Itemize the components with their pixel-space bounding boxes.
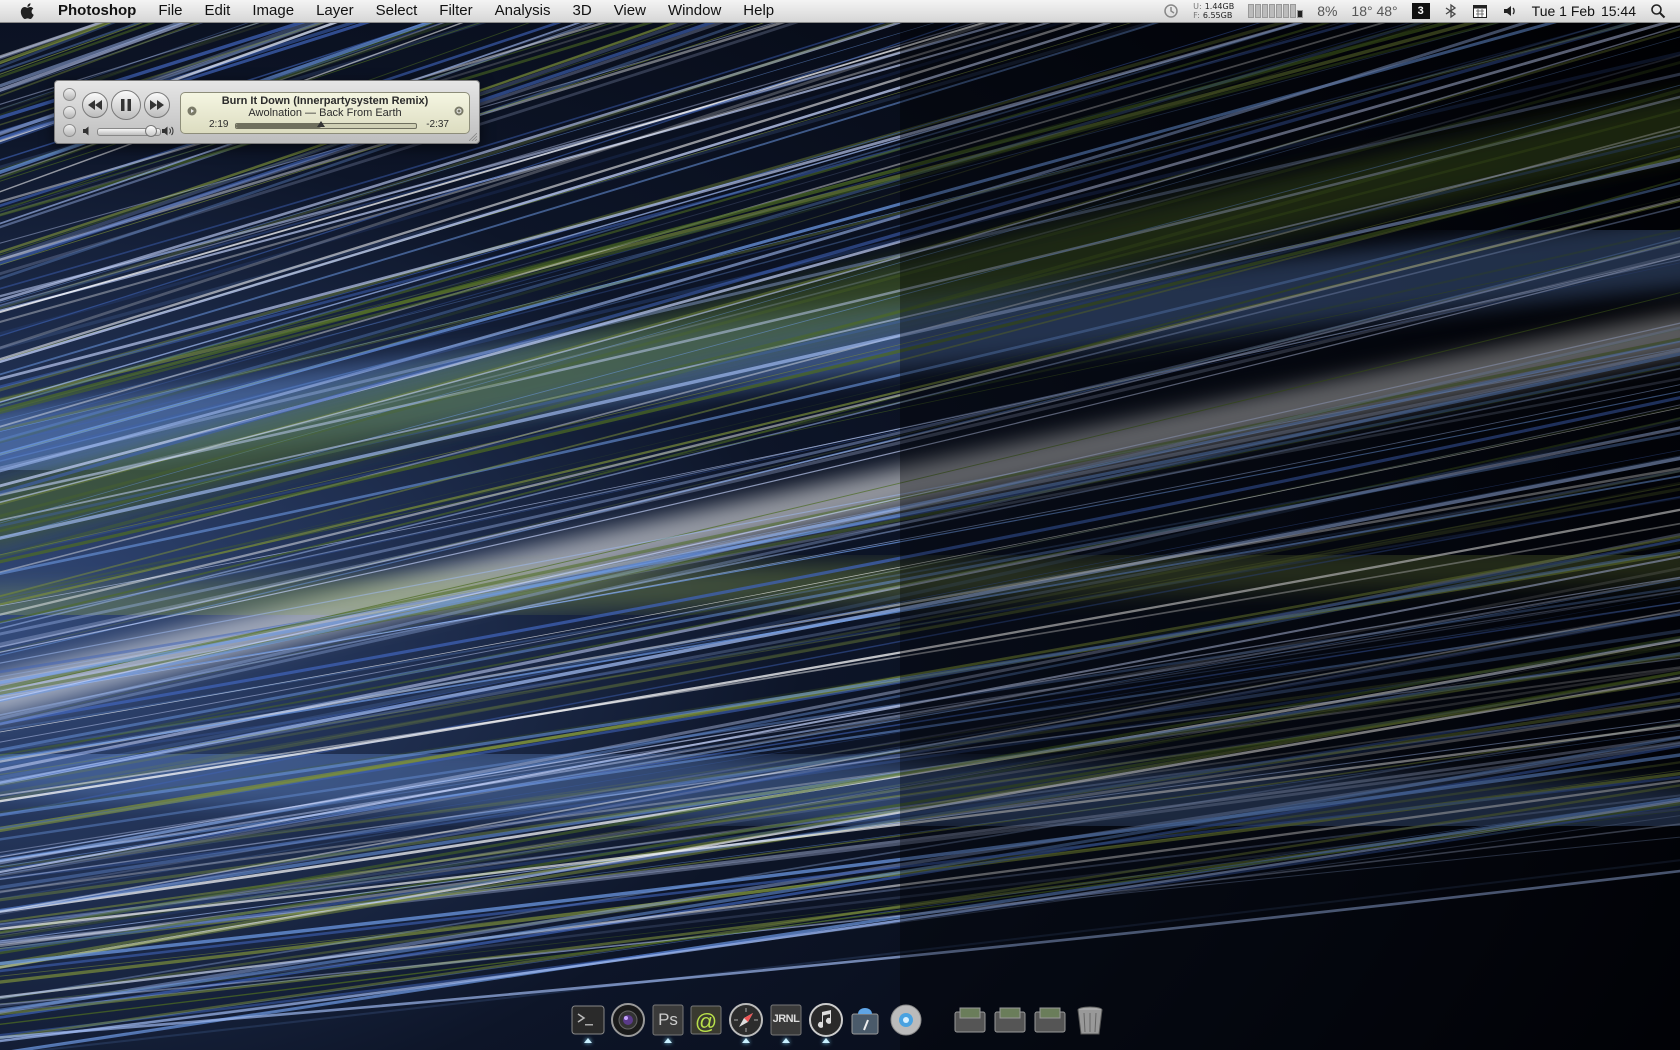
dock-photoshop[interactable]: Ps — [650, 1002, 686, 1038]
photoshop-label: Ps — [658, 1010, 678, 1029]
volume-low-icon — [83, 126, 89, 136]
lcd-cycle-icon[interactable] — [454, 106, 464, 116]
drive-stack-icon — [1034, 1007, 1066, 1033]
resize-grip-icon[interactable] — [469, 133, 477, 141]
cpu-meter-icon[interactable] — [1248, 4, 1304, 18]
dock-stack-1[interactable] — [952, 1002, 988, 1038]
next-track-button[interactable] — [144, 92, 170, 118]
memory-used-value: 1.44GB — [1204, 2, 1235, 11]
menu-layer[interactable]: Layer — [305, 0, 365, 22]
memory-free-label: F: — [1193, 11, 1200, 20]
menu-file[interactable]: File — [147, 0, 193, 22]
menu-3d[interactable]: 3D — [562, 0, 603, 22]
dock-terminal[interactable] — [570, 1002, 606, 1038]
dock-stack-3[interactable] — [1032, 1002, 1068, 1038]
dock-aperture[interactable] — [610, 1002, 646, 1038]
lcd-display[interactable]: Burn It Down (Innerpartysystem Remix) Aw… — [180, 92, 470, 134]
spotlight-icon[interactable] — [1650, 3, 1666, 19]
menu-image[interactable]: Image — [241, 0, 305, 22]
volume-high-icon — [162, 126, 174, 136]
dock-safari[interactable] — [728, 1002, 764, 1038]
memory-free-value: 6.55GB — [1202, 11, 1233, 20]
menu-window[interactable]: Window — [657, 0, 732, 22]
dock-circle-app[interactable] — [888, 1002, 924, 1038]
running-indicator — [742, 1038, 750, 1044]
dock-mail[interactable]: @ — [688, 1002, 724, 1038]
dock-journal[interactable]: JRNL — [768, 1002, 804, 1038]
clock-date[interactable]: Tue 1 Feb — [1532, 3, 1595, 19]
memory-stats[interactable]: U: 1.44GB F: 6.55GB — [1193, 2, 1234, 20]
track-title: Burn It Down (Innerpartysystem Remix) — [221, 95, 429, 107]
itunes-icon — [809, 1003, 843, 1037]
mail-icon: @ — [690, 1005, 722, 1035]
minimize-button[interactable] — [63, 106, 76, 119]
svg-text:@: @ — [695, 1009, 717, 1034]
progress-fill — [236, 124, 321, 128]
remaining-time[interactable]: -2:37 — [426, 119, 449, 130]
play-pause-button[interactable] — [111, 90, 141, 120]
running-indicator — [822, 1038, 830, 1044]
dock: Ps @ JRNL — [568, 998, 1108, 1040]
dock-script-editor[interactable] — [848, 1002, 884, 1038]
calendar-icon[interactable] — [1472, 3, 1488, 19]
terminal-icon — [571, 1005, 605, 1035]
desktop-wallpaper — [0, 0, 1680, 1050]
menu-edit[interactable]: Edit — [194, 0, 242, 22]
running-indicator — [584, 1038, 592, 1044]
progress-bar[interactable] — [235, 121, 417, 129]
dock-stack-2[interactable] — [992, 1002, 1028, 1038]
aperture-icon — [611, 1003, 645, 1037]
progress-knob[interactable] — [316, 121, 325, 127]
bluetooth-icon[interactable] — [1444, 3, 1458, 19]
volume-icon[interactable] — [1502, 3, 1518, 19]
spaces-icon[interactable]: 3 — [1411, 3, 1430, 19]
journal-label: JRNL — [772, 1013, 800, 1025]
itunes-mini-player[interactable]: Burn It Down (Innerpartysystem Remix) Aw… — [54, 80, 480, 144]
dock-itunes[interactable] — [808, 1002, 844, 1038]
clock-time[interactable]: 15:44 — [1601, 3, 1636, 19]
fast-forward-icon — [150, 100, 164, 110]
circle-app-icon — [890, 1004, 922, 1036]
dock-trash[interactable] — [1072, 1002, 1108, 1038]
menu-app-name[interactable]: Photoshop — [50, 0, 147, 22]
rewind-icon — [88, 100, 102, 110]
menu-analysis[interactable]: Analysis — [484, 0, 562, 22]
cpu-percent[interactable]: 8% — [1317, 3, 1337, 19]
spaces-number: 3 — [1417, 5, 1424, 17]
drive-stack-icon — [994, 1007, 1026, 1033]
trash-icon — [1077, 1006, 1103, 1035]
running-indicator — [782, 1038, 790, 1044]
close-button[interactable] — [63, 88, 76, 101]
drive-stack-icon — [954, 1007, 986, 1033]
menu-view[interactable]: View — [603, 0, 657, 22]
zoom-button[interactable] — [63, 124, 76, 137]
track-artist-album: Awolnation — Back From Earth — [248, 107, 402, 119]
apple-menu-icon[interactable] — [18, 1, 38, 21]
elapsed-time: 2:19 — [209, 119, 229, 130]
menu-select[interactable]: Select — [365, 0, 429, 22]
running-indicator — [664, 1038, 672, 1044]
pause-icon — [121, 99, 131, 111]
menu-filter[interactable]: Filter — [428, 0, 483, 22]
status-menus: U: 1.44GB F: 6.55GB 8% 18° 48° 3 Tue 1 Feb… — [1163, 0, 1680, 22]
time-machine-icon[interactable] — [1163, 3, 1179, 19]
menu-bar: Photoshop File Edit Image Layer Select F… — [0, 0, 1680, 23]
temperature-readout[interactable]: 18° 48° — [1351, 3, 1397, 19]
safari-icon — [729, 1003, 763, 1037]
volume-knob[interactable] — [144, 125, 157, 137]
memory-used-label: U: — [1193, 2, 1202, 11]
previous-track-button[interactable] — [82, 92, 108, 118]
script-editor-icon — [851, 1008, 879, 1035]
menu-help[interactable]: Help — [732, 0, 785, 22]
